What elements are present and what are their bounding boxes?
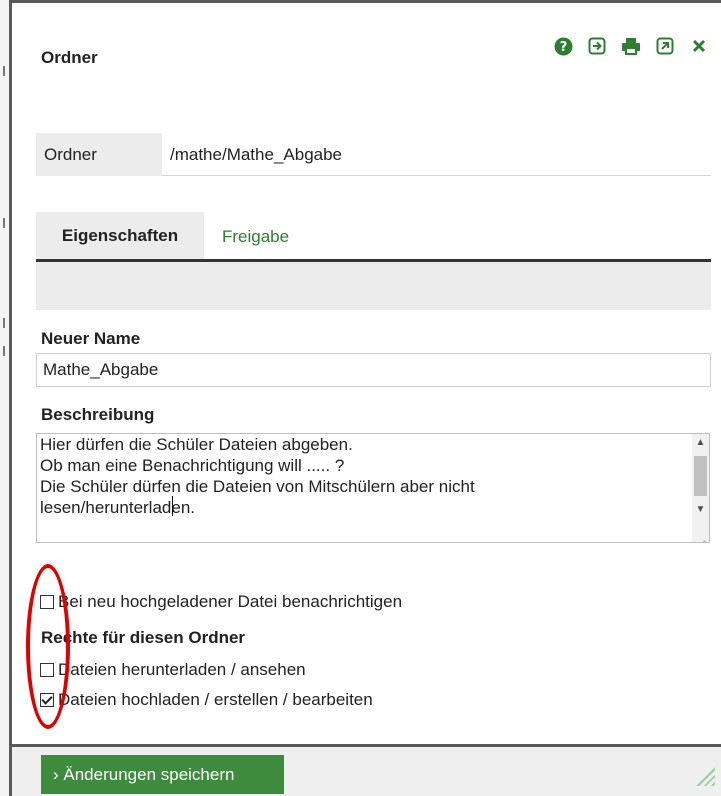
background-mark [3, 66, 5, 76]
name-label: Neuer Name [41, 329, 141, 348]
background-panel [0, 0, 9, 796]
description-line: lesen/herunterladen. [40, 498, 196, 517]
tab-freigabe[interactable]: Freigabe [222, 212, 289, 259]
scroll-thumb[interactable] [694, 456, 707, 496]
download-label: Dateien herunterladen / ansehen [58, 660, 306, 679]
description-line: Hier dürfen die Schüler Dateien abgeben. [40, 435, 353, 454]
svg-text:?: ? [559, 40, 567, 55]
external-icon[interactable] [655, 36, 675, 56]
text-caret [172, 496, 173, 516]
tab-bar: Eigenschaften Freigabe [36, 212, 711, 262]
background-mark [3, 346, 5, 356]
right-download-option[interactable]: Dateien herunterladen / ansehen [40, 660, 306, 680]
path-value: /mathe/Mathe_Abgabe [162, 133, 711, 176]
dialog-title: Ordner [41, 48, 98, 67]
open-icon[interactable] [587, 36, 607, 56]
right-upload-option[interactable]: Dateien hochladen / erstellen / bearbeit… [40, 690, 373, 710]
tab-eigenschaften[interactable]: Eigenschaften [36, 212, 204, 259]
notify-option[interactable]: Bei neu hochgeladener Datei benachrichti… [40, 592, 402, 612]
resize-handle-icon[interactable]: ◢ [699, 532, 707, 542]
description-line: Die Schüler dürfen die Dateien von Mitsc… [40, 477, 475, 496]
description-line: Ob man eine Benachrichtigung will ..... … [40, 456, 345, 475]
close-icon[interactable] [689, 36, 709, 56]
description-textarea[interactable]: Hier dürfen die Schüler Dateien abgeben.… [36, 433, 710, 543]
background-mark [3, 318, 5, 328]
red-annotation-oval [26, 564, 70, 729]
scroll-up-icon[interactable]: ▲ [692, 434, 709, 451]
tab-content-header [36, 262, 711, 310]
save-changes-button[interactable]: › Änderungen speichern [41, 755, 284, 794]
print-icon[interactable] [621, 36, 641, 56]
textarea-scrollbar[interactable]: ▲ ▼ [692, 434, 709, 542]
description-label: Beschreibung [41, 405, 155, 424]
rights-heading: Rechte für diesen Ordner [41, 628, 246, 647]
scroll-down-icon[interactable]: ▼ [692, 501, 709, 518]
dialog-toolbar: ? [553, 36, 709, 56]
help-icon[interactable]: ? [553, 36, 573, 56]
name-input[interactable]: Mathe_Abgabe [36, 353, 711, 387]
notify-label: Bei neu hochgeladener Datei benachrichti… [58, 592, 403, 611]
path-label: Ordner [36, 133, 162, 176]
upload-label: Dateien hochladen / erstellen / bearbeit… [58, 690, 373, 709]
background-mark [3, 218, 5, 228]
